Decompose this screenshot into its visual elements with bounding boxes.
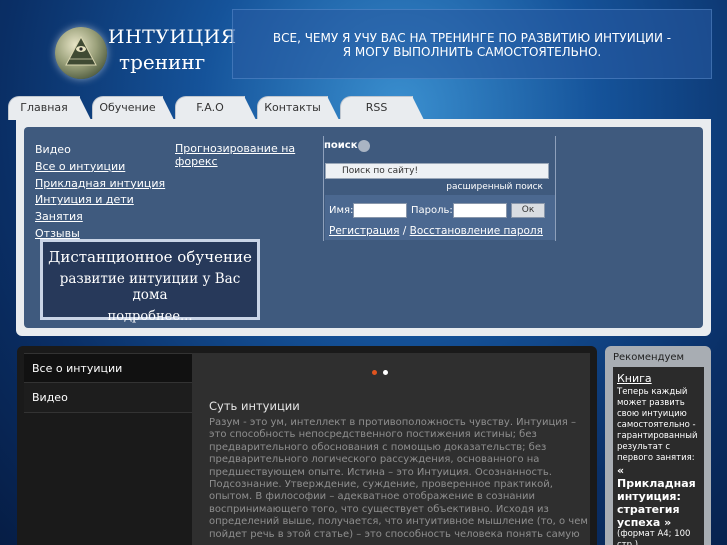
recommend-title: Рекомендуем xyxy=(613,352,685,363)
header: ИНТУИЦИЯ тренинг ВСЕ, ЧЕМУ Я УЧУ ВАС НА … xyxy=(0,0,727,96)
content-side-tabs: Все о интуиции Видео xyxy=(24,353,192,413)
tab-training[interactable]: Обучение xyxy=(92,96,174,120)
menu-item-intuition-children[interactable]: Интуиция и дети xyxy=(35,192,165,209)
logo-subtitle: тренинг xyxy=(119,50,206,74)
slogan-banner: ВСЕ, ЧЕМУ Я УЧУ ВАС НА ТРЕНИНГЕ ПО РАЗВИ… xyxy=(232,9,712,79)
site-menu: Видео Все о интуиции Прикладная интуиция… xyxy=(35,142,165,243)
site-menu-secondary: Прогнозирование на форекс xyxy=(175,142,300,168)
slogan-line: ВСЕ, ЧЕМУ Я УЧУ ВАС НА ТРЕНИНГЕ ПО РАЗВИ… xyxy=(272,31,672,45)
username-input[interactable] xyxy=(353,203,407,218)
password-label: Пароль: xyxy=(411,205,453,216)
tab-rss[interactable]: RSS xyxy=(340,96,424,120)
link-separator: / xyxy=(402,225,407,237)
username-label: Имя: xyxy=(329,205,354,216)
tab-faq[interactable]: F.A.O xyxy=(175,96,256,120)
password-input[interactable] xyxy=(453,203,507,218)
slider-dot[interactable] xyxy=(383,370,388,375)
search-login-box: поиск Поиск по сайту! расширенный поиск … xyxy=(323,136,556,241)
recommend-text: Теперь каждый может развить свою интуици… xyxy=(617,387,698,463)
main-navigation: Главная Обучение F.A.O Контакты RSS xyxy=(8,96,727,120)
advanced-search-link[interactable]: расширенный поиск xyxy=(446,182,543,192)
logo-title: ИНТУИЦИЯ xyxy=(108,26,237,48)
search-input[interactable]: Поиск по сайту! xyxy=(325,163,549,179)
recommend-book-title: « Прикладная интуиция: стратегия успеха … xyxy=(617,464,696,529)
promo-more: подробнее... xyxy=(107,309,193,324)
promo-line: Дистанционное обучение xyxy=(48,248,252,266)
search-label: поиск xyxy=(324,140,358,151)
login-form: Имя: Пароль: Ок Регистрация / Восстановл… xyxy=(325,195,555,240)
side-tab-video[interactable]: Видео xyxy=(24,383,192,413)
recommend-panel: Рекомендуем Книга Теперь каждый может ра… xyxy=(605,346,711,545)
promo-line: развитие интуиции у Вас дома xyxy=(59,271,241,303)
search-toggle-icon[interactable] xyxy=(358,140,370,152)
menu-item-applied-intuition[interactable]: Прикладная интуиция xyxy=(35,176,165,193)
menu-item-video[interactable]: Видео xyxy=(35,142,165,159)
recommend-box: Книга Теперь каждый может развить свою и… xyxy=(613,367,704,545)
article-title: Суть интуиции xyxy=(209,399,300,413)
logo-eye-pyramid-icon[interactable] xyxy=(55,27,107,79)
restore-password-link[interactable]: Восстановление пароля xyxy=(410,225,543,237)
top-panel-inner: Видео Все о интуиции Прикладная интуиция… xyxy=(24,127,703,328)
menu-item-lessons[interactable]: Занятия xyxy=(35,209,165,226)
article-area: Суть интуиции Разум - это ум, интеллект … xyxy=(192,353,590,545)
slider-dot-active[interactable] xyxy=(372,370,377,375)
recommend-text-block: Теперь каждый может развить свою интуици… xyxy=(617,387,703,545)
menu-item-forex[interactable]: Прогнозирование на форекс xyxy=(175,142,300,168)
register-link[interactable]: Регистрация xyxy=(329,225,399,237)
recommend-format: (формат А4; 100 стр.) xyxy=(617,529,691,545)
top-panel: Видео Все о интуиции Прикладная интуиция… xyxy=(16,119,711,336)
side-tab-about-intuition[interactable]: Все о интуиции xyxy=(24,353,192,383)
promo-banner[interactable]: Дистанционное обучение развитие интуиции… xyxy=(40,239,260,324)
main-content-panel: Все о интуиции Видео Суть интуиции Разум… xyxy=(17,346,597,545)
slogan-line: Я МОГУ ВЫПОЛНИТЬ САМОСТОЯТЕЛЬНО. xyxy=(342,45,602,59)
account-links: Регистрация / Восстановление пароля xyxy=(329,225,543,237)
article-body: Разум - это ум, интеллект в противополож… xyxy=(209,417,588,540)
tab-contacts[interactable]: Контакты xyxy=(257,96,339,120)
tab-home[interactable]: Главная xyxy=(8,96,91,120)
menu-item-about-intuition[interactable]: Все о интуиции xyxy=(35,159,165,176)
login-button[interactable]: Ок xyxy=(511,203,545,218)
book-link[interactable]: Книга xyxy=(617,372,652,385)
